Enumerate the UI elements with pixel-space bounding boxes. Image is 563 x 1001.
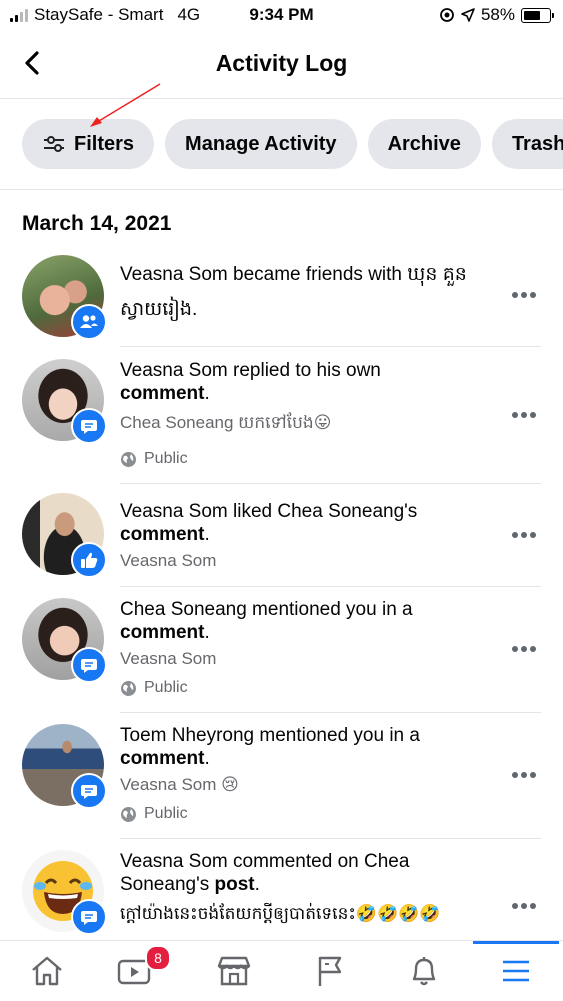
tab-menu[interactable] — [496, 951, 536, 991]
more-options-icon[interactable] — [512, 412, 540, 420]
divider — [0, 189, 563, 190]
divider — [120, 483, 541, 484]
more-options-icon[interactable] — [512, 532, 540, 540]
battery-icon — [521, 7, 554, 23]
comment-icon — [71, 647, 107, 683]
manage-activity-button[interactable]: Manage Activity — [165, 119, 357, 169]
screen-lock-icon — [440, 8, 454, 22]
activity-text: Toem Nheyrong mentioned you in a comment… — [120, 725, 420, 769]
globe-icon — [121, 451, 136, 467]
notification-badge: 8 — [145, 945, 171, 971]
more-options-icon[interactable] — [512, 292, 540, 300]
privacy-label: Public — [120, 805, 188, 823]
more-options-icon[interactable] — [512, 646, 540, 654]
activity-subtext: Veasna Som 😢 — [120, 775, 239, 794]
flag-icon — [318, 956, 342, 986]
activity-item[interactable]: Veasna Som liked Chea Soneang's comment.… — [0, 493, 563, 585]
divider — [120, 712, 541, 713]
activity-text: Veasna Som commented on Chea Soneang's p… — [120, 851, 410, 895]
home-icon — [32, 956, 62, 986]
globe-icon — [121, 806, 136, 822]
activity-item[interactable]: Veasna Som commented on Chea Soneang's p… — [0, 848, 563, 940]
comment-icon — [71, 899, 107, 935]
globe-icon — [121, 680, 136, 696]
marketplace-icon — [217, 956, 251, 986]
battery-percent: 58% — [480, 5, 515, 24]
divider — [120, 346, 541, 347]
annotation-arrow — [90, 83, 161, 127]
trash-button[interactable]: Trash — [491, 119, 563, 169]
divider — [120, 586, 541, 587]
activity-item[interactable]: Veasna Som replied to his own comment. C… — [0, 357, 563, 482]
activity-subtext: Veasna Som — [120, 649, 217, 668]
activity-subtext: Veasna Som — [120, 551, 217, 570]
active-tab-indicator — [473, 941, 559, 944]
archive-button[interactable]: Archive — [367, 119, 481, 169]
friends-icon — [71, 304, 107, 340]
comment-icon — [71, 773, 107, 809]
tab-marketplace[interactable] — [214, 951, 254, 991]
more-options-icon[interactable] — [512, 772, 540, 780]
status-bar: StaySafe - Smart 4G 9:34 PM 58% — [0, 0, 563, 32]
bottom-tab-bar: 8 — [0, 940, 563, 1001]
activity-subtext: Chea Soneang យកទៅបែង😛 — [120, 413, 332, 432]
like-icon — [71, 542, 107, 578]
activity-text: Chea Soneang mentioned you in a comment. — [120, 599, 413, 643]
sliders-icon — [42, 134, 66, 154]
page-title: Activity Log — [215, 50, 348, 76]
more-options-icon[interactable] — [512, 903, 540, 911]
filters-label: Filters — [74, 132, 135, 155]
privacy-label: Public — [120, 450, 188, 468]
activity-item[interactable]: Toem Nheyrong mentioned you in a comment… — [0, 722, 563, 837]
bell-icon — [412, 957, 436, 986]
tab-home[interactable] — [27, 951, 67, 991]
activity-item[interactable]: Veasna Som became friends with ឃុន គួន ស… — [0, 253, 563, 345]
activity-text: Veasna Som became friends with ឃុន គួន ស… — [120, 264, 467, 320]
divider — [120, 838, 541, 839]
date-heading: March 14, 2021 — [22, 212, 172, 235]
activity-text: Veasna Som replied to his own comment. — [120, 360, 381, 404]
activity-subtext: ក្តៅយ៉ាងនេះចង់តែយកប្តីឲ្យបាត់ទេនេះ🤣🤣🤣🤣 — [120, 904, 441, 923]
privacy-label: Public — [120, 679, 188, 697]
location-icon — [461, 8, 475, 22]
activity-text: Veasna Som liked Chea Soneang's comment. — [120, 501, 418, 545]
hamburger-menu-icon — [503, 960, 529, 982]
activity-item[interactable]: Chea Soneang mentioned you in a comment.… — [0, 596, 563, 711]
comment-icon — [71, 408, 107, 444]
tab-pages[interactable] — [310, 951, 350, 991]
tab-notifications[interactable] — [404, 951, 444, 991]
